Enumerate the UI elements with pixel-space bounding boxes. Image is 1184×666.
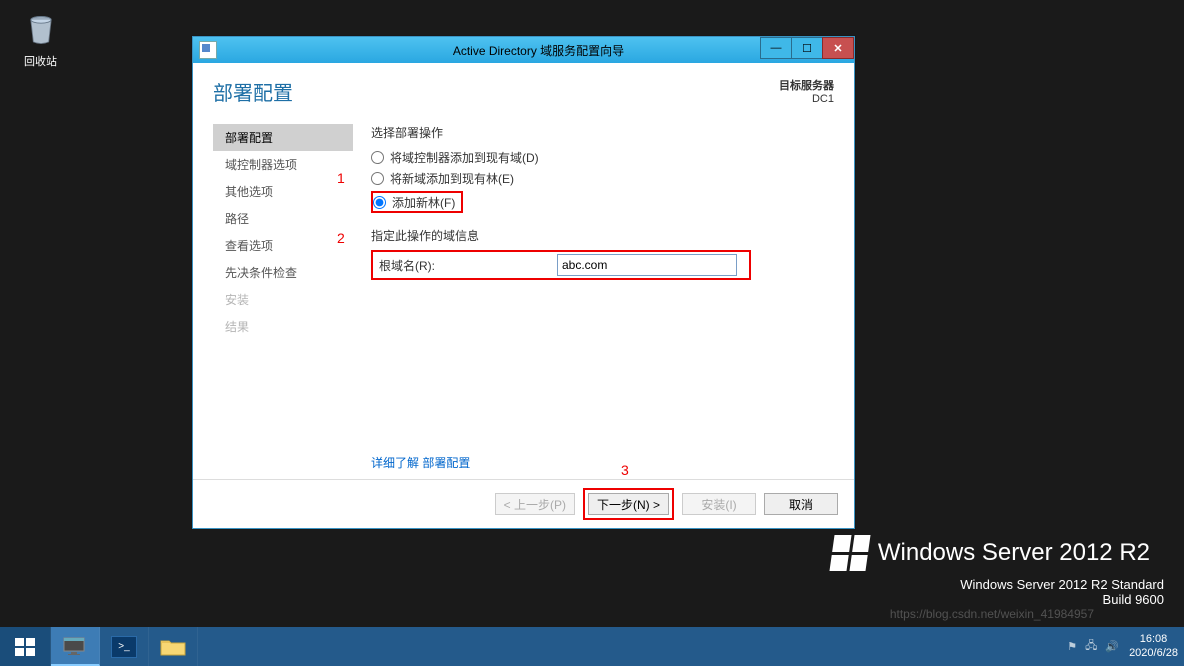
ad-ds-config-wizard: Active Directory 域服务配置向导 — ☐ ✕ 部署配置 目标服务… <box>192 36 855 529</box>
root-domain-input[interactable] <box>557 254 737 276</box>
recycle-bin-label: 回收站 <box>18 53 63 69</box>
close-button[interactable]: ✕ <box>822 37 854 59</box>
watermark-text: https://blog.csdn.net/weixin_41984957 <box>890 607 1094 621</box>
folder-icon <box>160 637 186 657</box>
step-install: 安装 <box>213 286 353 313</box>
step-prereq-check[interactable]: 先决条件检查 <box>213 259 353 286</box>
wizard-main-panel: 1 2 选择部署操作 将域控制器添加到现有域(D) 将新域添加到现有林(E) <box>353 124 834 479</box>
taskbar[interactable]: >_ ⚑ 🖧 🔊 16:08 2020/6/28 <box>0 627 1184 666</box>
powershell-icon: >_ <box>111 636 137 658</box>
step-review-options[interactable]: 查看选项 <box>213 232 353 259</box>
deployment-operation-radios: 将域控制器添加到现有域(D) 将新域添加到现有林(E) 添加新林(F) <box>371 149 834 213</box>
annotation-3: 3 <box>621 462 629 478</box>
wizard-footer: 3 < 上一步(P) 下一步(N) > 安装(I) 取消 <box>193 479 854 528</box>
step-dc-options[interactable]: 域控制器选项 <box>213 151 353 178</box>
start-icon <box>13 635 37 659</box>
desktop-build-info: Windows Server 2012 R2 Standard Build 96… <box>960 577 1164 607</box>
previous-button: < 上一步(P) <box>495 493 575 515</box>
page-heading: 部署配置 <box>213 77 293 106</box>
annotation-2: 2 <box>337 230 345 246</box>
install-button: 安装(I) <box>682 493 756 515</box>
branding-text: Windows Server 2012 R2 <box>878 539 1150 567</box>
maximize-button[interactable]: ☐ <box>791 37 823 59</box>
annotation-box-3: 下一步(N) > <box>583 488 674 520</box>
radio-add-domain-to-forest[interactable]: 将新域添加到现有林(E) <box>371 170 834 187</box>
target-server-block: 目标服务器 DC1 <box>779 77 834 105</box>
wizard-icon <box>199 41 217 59</box>
desktop-branding: Windows Server 2012 R2 <box>832 535 1150 571</box>
cancel-button[interactable]: 取消 <box>764 493 838 515</box>
tray-flag-icon[interactable]: ⚑ <box>1067 640 1077 653</box>
windows-logo-icon <box>829 535 870 571</box>
radio-add-dc-to-domain[interactable]: 将域控制器添加到现有域(D) <box>371 149 834 166</box>
taskbar-right: ⚑ 🖧 🔊 16:08 2020/6/28 <box>1067 627 1184 666</box>
taskbar-explorer[interactable] <box>149 627 198 666</box>
server-manager-icon <box>62 635 88 657</box>
step-deployment-config[interactable]: 部署配置 <box>213 124 353 151</box>
learn-more-link[interactable]: 部署配置 <box>422 456 470 470</box>
radio-add-dc-input[interactable] <box>371 151 384 164</box>
tray-volume-icon[interactable]: 🔊 <box>1105 640 1119 653</box>
target-server-value: DC1 <box>779 93 834 105</box>
taskbar-powershell[interactable]: >_ <box>100 627 149 666</box>
radio-add-domain-input[interactable] <box>371 172 384 185</box>
step-paths[interactable]: 路径 <box>213 205 353 232</box>
titlebar[interactable]: Active Directory 域服务配置向导 — ☐ ✕ <box>193 37 854 63</box>
taskbar-server-manager[interactable] <box>51 627 100 666</box>
step-additional-options[interactable]: 其他选项 <box>213 178 353 205</box>
tray-network-icon[interactable]: 🖧 <box>1085 637 1097 656</box>
domain-info-label: 指定此操作的域信息 <box>371 227 834 244</box>
select-operation-label: 选择部署操作 <box>371 124 834 141</box>
system-tray[interactable]: ⚑ 🖧 🔊 <box>1067 637 1119 656</box>
desktop: 回收站 Active Directory 域服务配置向导 — ☐ ✕ 部署配置 … <box>0 0 1184 627</box>
radio-new-forest-input[interactable] <box>373 196 386 209</box>
annotation-box-2: 根域名(R): <box>371 250 751 280</box>
learn-more-link-row: 详细了解 部署配置 <box>371 454 470 471</box>
annotation-1: 1 <box>337 170 345 186</box>
taskbar-clock[interactable]: 16:08 2020/6/28 <box>1129 633 1178 659</box>
root-domain-label: 根域名(R): <box>379 257 557 274</box>
radio-new-forest-label: 添加新林(F) <box>392 194 455 211</box>
target-server-label: 目标服务器 <box>779 77 834 93</box>
annotation-box-1: 添加新林(F) <box>371 191 463 213</box>
minimize-button[interactable]: — <box>760 37 792 59</box>
wizard-steps-sidebar: 部署配置 域控制器选项 其他选项 路径 查看选项 先决条件检查 安装 结果 <box>213 124 353 479</box>
recycle-bin[interactable]: 回收站 <box>18 10 63 69</box>
step-results: 结果 <box>213 313 353 340</box>
next-button[interactable]: 下一步(N) > <box>588 493 669 515</box>
start-button[interactable] <box>0 627 51 666</box>
recycle-bin-icon <box>21 10 61 50</box>
